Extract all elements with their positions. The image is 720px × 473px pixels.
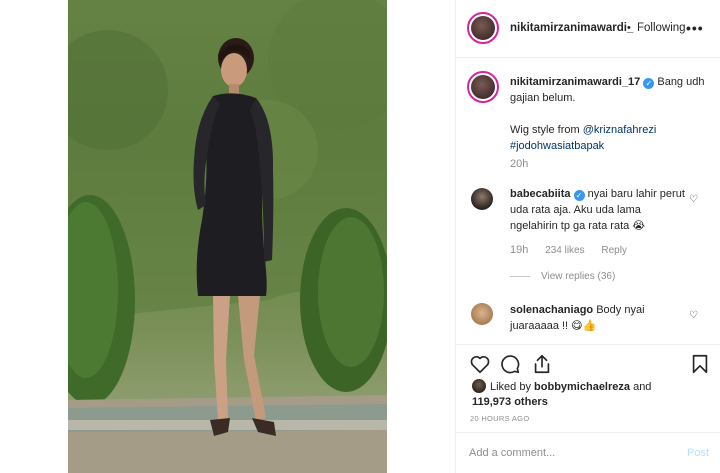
post-actions: Liked by bobbymichaelreza and 119,973 ot… xyxy=(456,344,720,429)
comment-time[interactable]: 19h xyxy=(510,244,528,256)
verified-icon: ✓ xyxy=(573,190,585,201)
caption-text: nikitamirzanimawardi_17 ✓ Bang udh gajia… xyxy=(510,74,715,154)
caption-username[interactable]: nikitamirzanimawardi_17 xyxy=(510,76,640,88)
add-comment-input[interactable] xyxy=(469,443,669,463)
likes-summary: Liked by bobbymichaelreza and 119,973 ot… xyxy=(472,379,712,410)
comment-text: babecabiita ✓ nyai baru lahir perut uda … xyxy=(510,186,690,234)
likes-others-link[interactable]: 119,973 others xyxy=(472,396,548,408)
liker-avatar[interactable] xyxy=(472,379,486,393)
caption-line2: Wig style from @kriznafahrezi #jodohwasi… xyxy=(510,122,715,154)
verified-icon: ✓ xyxy=(643,78,655,89)
comment-like-heart-icon[interactable]: ♡ xyxy=(689,310,698,321)
mention-link[interactable]: @kriznafahrezi xyxy=(583,124,657,136)
comment-reply-button[interactable]: Reply xyxy=(601,245,627,256)
post-media-area xyxy=(0,0,455,473)
comment-icon[interactable] xyxy=(499,353,521,375)
post-header: nikitamirzanimawardi_ • Following ••• xyxy=(456,0,720,58)
follow-separator: • xyxy=(627,22,631,34)
comments-section[interactable]: nikitamirzanimawardi_17 ✓ Bang udh gajia… xyxy=(456,58,720,344)
post-side-panel: nikitamirzanimawardi_ • Following ••• ni… xyxy=(455,0,720,473)
share-icon[interactable] xyxy=(531,353,553,375)
comment-username[interactable]: solenachaniago xyxy=(510,304,593,316)
replies-divider xyxy=(510,276,530,277)
caption-wig-prefix: Wig style from xyxy=(510,124,583,136)
post-photo[interactable] xyxy=(68,0,387,473)
caption-time[interactable]: 20h xyxy=(510,158,528,170)
comment-meta: 19h 234 likes Reply xyxy=(510,244,641,256)
more-options-icon[interactable]: ••• xyxy=(686,20,704,36)
author-avatar[interactable] xyxy=(467,12,499,44)
post-photo-illustration xyxy=(68,0,387,473)
liker-username[interactable]: bobbymichaelreza xyxy=(534,381,630,393)
comment-likes[interactable]: 234 likes xyxy=(545,245,584,256)
add-comment-bar: Post xyxy=(456,432,720,473)
post-timestamp[interactable]: 20 HOURS AGO xyxy=(470,414,529,423)
heart-icon[interactable] xyxy=(469,353,491,375)
author-username[interactable]: nikitamirzanimawardi_ xyxy=(510,22,633,34)
comment-username[interactable]: babecabiita xyxy=(510,188,571,200)
caption-avatar[interactable] xyxy=(467,71,499,103)
likes-and: and xyxy=(630,381,652,393)
liked-by-prefix: Liked by xyxy=(490,381,535,393)
comment-avatar[interactable] xyxy=(471,303,493,325)
comment-like-heart-icon[interactable]: ♡ xyxy=(689,194,698,205)
hashtag-link[interactable]: #jodohwasiatbapak xyxy=(510,140,604,152)
following-button[interactable]: Following xyxy=(637,22,686,34)
view-replies-button[interactable]: View replies (36) xyxy=(541,271,615,282)
comment-avatar[interactable] xyxy=(471,188,493,210)
post-comment-button[interactable]: Post xyxy=(687,447,709,459)
comment-text: solenachaniago Body nyai juaraaaaa !! 😋👍 xyxy=(510,302,690,334)
bookmark-icon[interactable] xyxy=(689,353,711,375)
